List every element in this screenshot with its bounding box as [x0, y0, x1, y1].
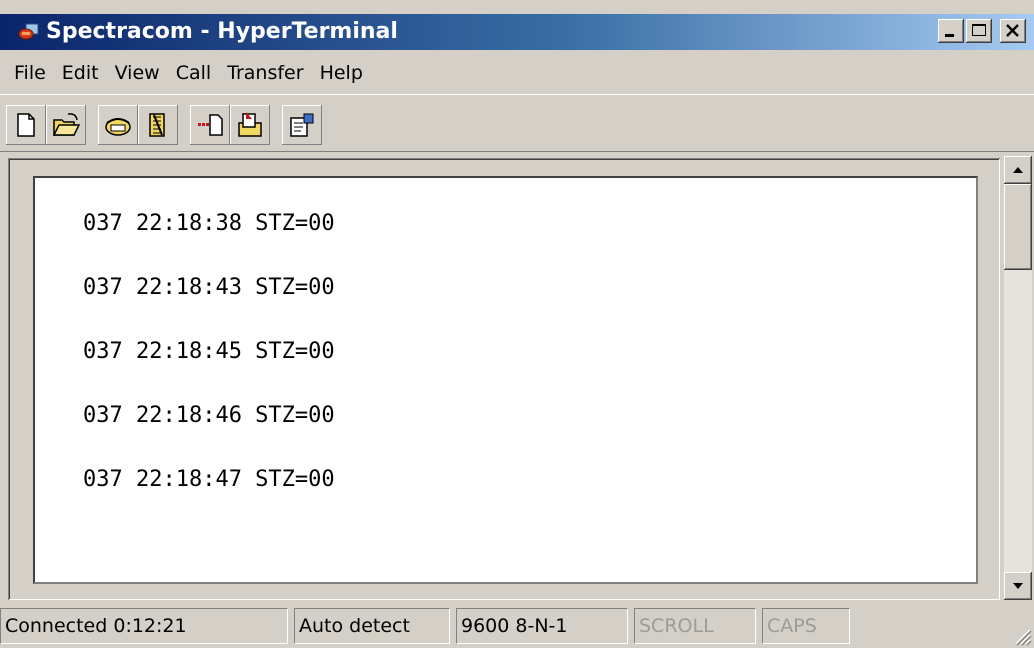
receive-button[interactable] — [230, 105, 270, 145]
menu-bar: File Edit View Call Transfer Help — [0, 56, 371, 90]
status-detect: Auto detect — [294, 608, 450, 644]
hyperterminal-window: Spectracom - HyperTerminal File Edit Vie… — [0, 0, 1034, 648]
menu-edit[interactable]: Edit — [54, 58, 107, 88]
window-title: Spectracom - HyperTerminal — [46, 19, 398, 44]
menu-view[interactable]: View — [107, 58, 168, 88]
menu-call[interactable]: Call — [168, 58, 219, 88]
scroll-up-button[interactable] — [1004, 156, 1032, 184]
resize-grip-icon[interactable] — [1008, 622, 1032, 646]
status-connected: Connected 0:12:21 — [0, 608, 288, 644]
open-icon — [52, 113, 80, 136]
call-icon — [105, 118, 131, 136]
disconnect-button[interactable] — [138, 105, 178, 145]
close-icon — [1006, 24, 1019, 37]
properties-button[interactable] — [282, 105, 322, 145]
terminal-line: 037 22:18:38 STZ=00 — [83, 211, 335, 236]
new-connection-button[interactable] — [6, 105, 46, 145]
send-button[interactable] — [190, 105, 230, 145]
arrow-up-icon — [1013, 167, 1023, 173]
send-icon — [198, 114, 223, 136]
terminal-screen[interactable]: 037 22:18:38 STZ=00 037 22:18:43 STZ=00 … — [33, 176, 978, 584]
disconnect-icon — [149, 113, 165, 137]
close-button[interactable] — [1000, 19, 1026, 43]
open-button[interactable] — [46, 105, 86, 145]
menu-help[interactable]: Help — [312, 58, 371, 88]
receive-icon — [238, 112, 262, 137]
menu-transfer[interactable]: Transfer — [219, 58, 311, 88]
hyperterminal-app-icon[interactable] — [18, 22, 40, 42]
vertical-scrollbar[interactable] — [1004, 156, 1032, 600]
maximize-icon — [972, 24, 986, 36]
minimize-icon — [945, 34, 954, 37]
terminal-line: 037 22:18:45 STZ=00 — [83, 339, 335, 364]
title-bar[interactable]: Spectracom - HyperTerminal — [0, 14, 1034, 50]
terminal-line: 037 22:18:47 STZ=00 — [83, 467, 335, 492]
toolbar — [0, 94, 1034, 152]
status-settings: 9600 8-N-1 — [456, 608, 628, 644]
menu-file[interactable]: File — [6, 58, 54, 88]
minimize-button[interactable] — [938, 19, 964, 43]
status-scroll: SCROLL — [634, 608, 756, 644]
maximize-button[interactable] — [966, 19, 992, 43]
call-button[interactable] — [98, 105, 138, 145]
scroll-thumb[interactable] — [1004, 184, 1032, 270]
arrow-down-icon — [1013, 583, 1023, 589]
new-icon — [17, 113, 35, 137]
status-bar: Connected 0:12:21 Auto detect 9600 8-N-1… — [0, 604, 1034, 648]
status-caps: CAPS — [762, 608, 850, 644]
terminal-line: 037 22:18:43 STZ=00 — [83, 275, 335, 300]
terminal-line: 037 22:18:46 STZ=00 — [83, 403, 335, 428]
scroll-down-button[interactable] — [1004, 572, 1032, 600]
properties-icon — [290, 113, 314, 137]
